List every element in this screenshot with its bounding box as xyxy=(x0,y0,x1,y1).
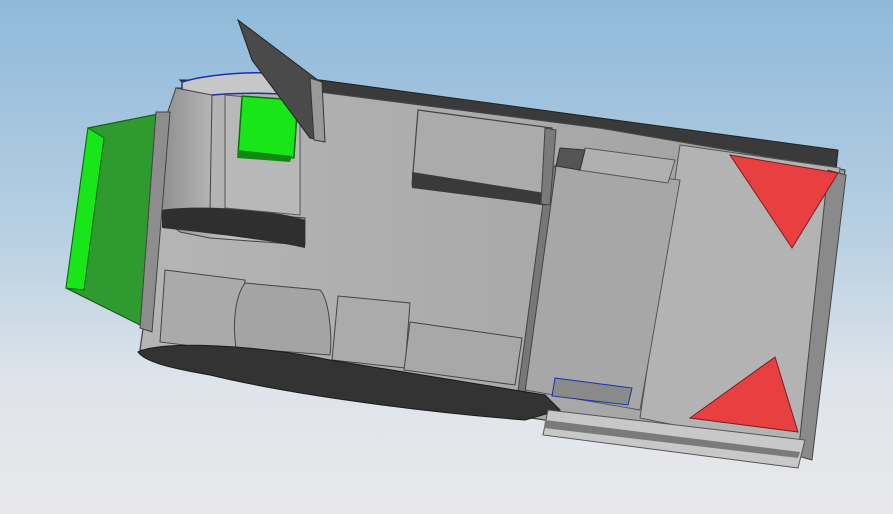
lower-compartment-3[interactable] xyxy=(331,295,411,369)
mid-bracket-dark xyxy=(555,147,586,171)
lower-compartment-2[interactable] xyxy=(233,282,332,356)
lower-compartment-1[interactable] xyxy=(159,269,246,353)
3d-viewport[interactable] xyxy=(0,0,893,514)
model-scene[interactable] xyxy=(0,0,893,514)
